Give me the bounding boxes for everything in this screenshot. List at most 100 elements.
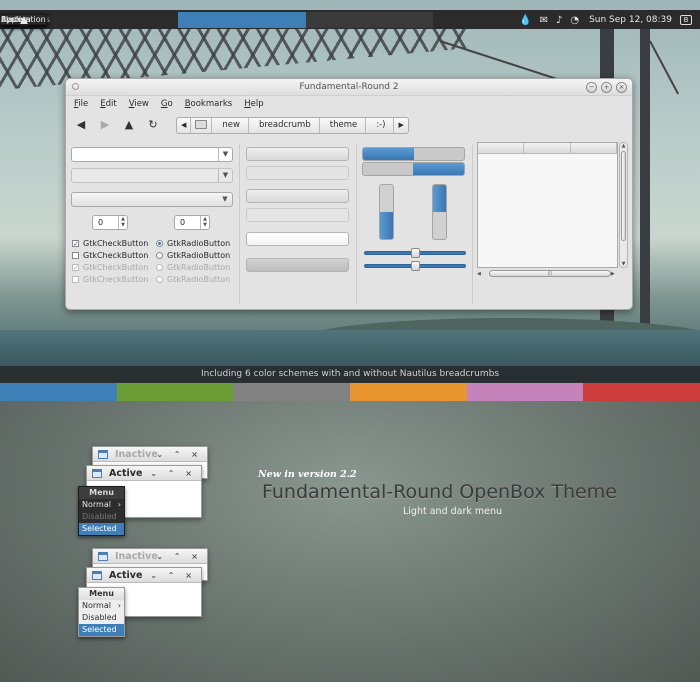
slider-handle[interactable] bbox=[411, 261, 420, 271]
spin-button[interactable]: 0 ▲ ▼ bbox=[92, 215, 128, 230]
radio bbox=[156, 264, 163, 271]
menu-item-normal[interactable]: Normal › bbox=[79, 499, 124, 511]
demo-window: Fundamental-Round 2 − + × File Edit View… bbox=[65, 78, 633, 310]
button-insensitive bbox=[246, 166, 349, 180]
promo-version-label: New in version 2.2 bbox=[258, 469, 357, 480]
checkbox bbox=[72, 276, 79, 283]
breadcrumb-item[interactable]: breadcrumb bbox=[249, 117, 320, 133]
check-button[interactable]: ✓ GtkCheckButton bbox=[72, 239, 148, 248]
checkbox[interactable] bbox=[72, 252, 79, 259]
radio[interactable] bbox=[156, 252, 163, 259]
menu-view[interactable]: View bbox=[129, 99, 149, 109]
text-entry[interactable] bbox=[246, 232, 349, 246]
vertical-progress-bar bbox=[379, 184, 394, 240]
breadcrumb: ◀ new breadcrumb theme :-) ▶ bbox=[176, 116, 409, 134]
window-controls[interactable]: ⌄ ⌃ × bbox=[156, 549, 202, 564]
scrollbar-thumb[interactable] bbox=[621, 151, 626, 241]
battery-icon[interactable]: B bbox=[680, 15, 692, 25]
top-panel: ▲ Applications Places System 💧 ✉ ♪ ◔ Sun… bbox=[0, 10, 700, 29]
spin-arrows-icon[interactable]: ▲ ▼ bbox=[200, 216, 209, 229]
spin-button[interactable]: 0 ▲ ▼ bbox=[174, 215, 210, 230]
drop-icon[interactable]: 💧 bbox=[519, 15, 531, 26]
radio-button[interactable]: GtkRadioButton bbox=[156, 251, 230, 260]
spin-arrows-icon[interactable]: ▲ ▼ bbox=[118, 216, 127, 229]
window-titlebar[interactable]: Fundamental-Round 2 − + × bbox=[66, 79, 632, 96]
checkbox[interactable]: ✓ bbox=[72, 240, 79, 248]
radio[interactable] bbox=[156, 240, 163, 247]
progress-fill bbox=[413, 163, 464, 175]
vertical-progress-bar bbox=[432, 184, 447, 240]
menu-go[interactable]: Go bbox=[161, 99, 173, 109]
column-header[interactable] bbox=[524, 143, 571, 153]
chevron-down-icon[interactable]: ▼ bbox=[218, 148, 232, 161]
panel-clock[interactable]: Sun Sep 12, 08:39 bbox=[589, 15, 672, 25]
forward-arrow-icon[interactable]: ▶ bbox=[98, 118, 112, 132]
mail-icon[interactable]: ✉ bbox=[540, 15, 548, 26]
minimize-button[interactable]: − bbox=[586, 82, 597, 93]
window-icon bbox=[98, 552, 108, 561]
promo-title: Fundamental-Round OpenBox Theme bbox=[262, 481, 617, 503]
menu-item-normal[interactable]: Normal › bbox=[79, 600, 124, 612]
window-label: Active bbox=[109, 570, 143, 581]
horizontal-slider[interactable] bbox=[364, 261, 466, 271]
breadcrumb-item[interactable]: new bbox=[212, 117, 249, 133]
rss-icon[interactable]: ◔ bbox=[570, 15, 579, 26]
taskbar-active-task[interactable] bbox=[178, 12, 306, 28]
scroll-up-icon[interactable]: ▲ bbox=[620, 143, 627, 149]
scroll-right-icon[interactable]: ▶ bbox=[611, 271, 615, 277]
menu-system[interactable]: System bbox=[0, 14, 47, 25]
radio-button[interactable]: GtkRadioButton bbox=[156, 239, 230, 248]
color-scheme-swatch bbox=[466, 383, 584, 401]
tree-view[interactable] bbox=[477, 142, 618, 268]
reload-icon[interactable]: ↻ bbox=[146, 118, 160, 132]
column-header[interactable] bbox=[478, 143, 525, 153]
menu-edit[interactable]: Edit bbox=[100, 99, 116, 109]
check-button[interactable]: GtkCheckButton bbox=[72, 251, 148, 260]
breadcrumb-item[interactable]: :-) bbox=[366, 117, 395, 133]
breadcrumb-left-arrow-icon[interactable]: ◀ bbox=[177, 117, 192, 133]
column-separator bbox=[239, 144, 240, 304]
scrollbar-thumb[interactable]: ||| bbox=[488, 270, 611, 277]
window-controls[interactable]: ⌄ ⌃ × bbox=[150, 568, 196, 583]
column-header[interactable] bbox=[571, 143, 617, 153]
chevron-right-icon: › bbox=[117, 601, 121, 610]
combo-entry[interactable]: ▼ bbox=[71, 147, 233, 162]
vertical-scrollbar[interactable]: ▲ ▼ bbox=[619, 142, 628, 268]
slider-handle[interactable] bbox=[411, 248, 420, 258]
menu-help[interactable]: Help bbox=[244, 99, 263, 109]
back-arrow-icon[interactable]: ◀ bbox=[74, 118, 88, 132]
chevron-right-icon: › bbox=[117, 500, 121, 509]
scroll-left-icon[interactable]: ◀ bbox=[477, 271, 481, 277]
breadcrumb-item[interactable]: theme bbox=[320, 117, 367, 133]
breadcrumb-right-arrow-icon[interactable]: ▶ bbox=[394, 118, 407, 133]
maximize-button[interactable]: + bbox=[601, 82, 612, 93]
window-controls[interactable]: ⌄ ⌃ × bbox=[150, 466, 196, 481]
up-arrow-icon[interactable]: ▲ bbox=[122, 118, 136, 132]
window-label: Inactive bbox=[115, 551, 158, 562]
progress-bar bbox=[362, 162, 465, 176]
menu-bookmarks[interactable]: Bookmarks bbox=[185, 99, 233, 109]
breadcrumb-home[interactable] bbox=[191, 117, 213, 133]
promo-subtitle: Light and dark menu bbox=[403, 506, 503, 517]
music-note-icon[interactable]: ♪ bbox=[556, 15, 562, 26]
menu-item-selected[interactable]: Selected bbox=[79, 523, 124, 535]
scroll-down-icon[interactable]: ▼ bbox=[620, 261, 627, 267]
button-normal[interactable] bbox=[246, 147, 349, 161]
close-button[interactable]: × bbox=[616, 82, 627, 93]
menu-file[interactable]: File bbox=[74, 99, 88, 109]
combo-box[interactable]: ▼ bbox=[71, 192, 233, 207]
spin-value: 0 bbox=[180, 218, 186, 227]
combo-entry-disabled: ▼ bbox=[71, 168, 233, 183]
radio-label: GtkRadioButton bbox=[167, 263, 231, 272]
check-label: GtkCheckButton bbox=[83, 239, 149, 248]
chevron-down-icon[interactable]: ▼ bbox=[218, 193, 232, 206]
horizontal-scrollbar[interactable]: ◀ ||| ▶ bbox=[477, 269, 618, 278]
button-pressed[interactable] bbox=[246, 258, 349, 272]
window-title: Fundamental-Round 2 bbox=[299, 82, 399, 92]
radio bbox=[156, 276, 163, 283]
horizontal-slider[interactable] bbox=[364, 248, 466, 258]
window-controls[interactable]: ⌄ ⌃ × bbox=[156, 447, 202, 462]
button-hover[interactable] bbox=[246, 189, 349, 203]
menu-item-selected[interactable]: Selected bbox=[79, 624, 124, 636]
spin-value: 0 bbox=[98, 218, 104, 227]
